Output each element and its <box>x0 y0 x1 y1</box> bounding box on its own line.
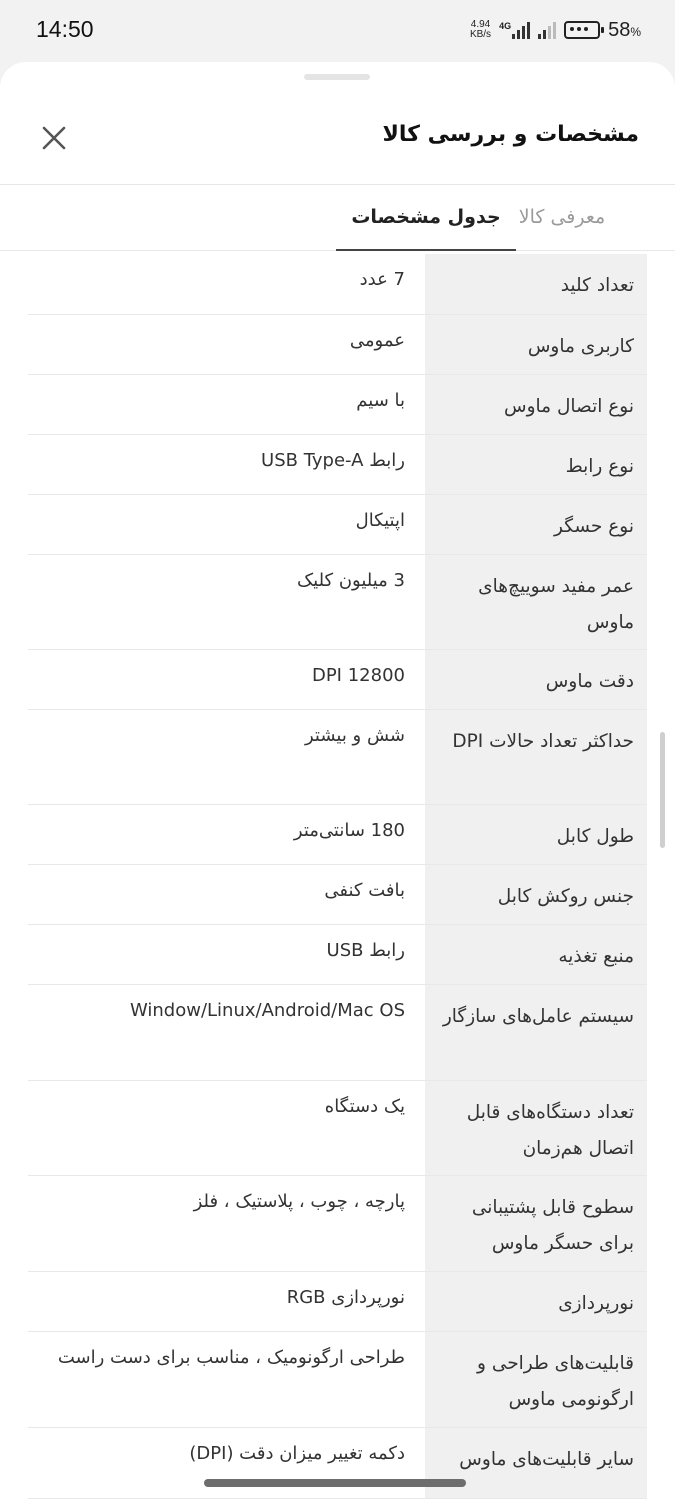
spec-value: نورپردازی RGB <box>28 1272 425 1331</box>
spec-value: دکمه تغییر میزان دقت (DPI) <box>28 1428 425 1498</box>
network-type-label: 4G <box>499 21 512 31</box>
bottom-sheet: مشخصات و بررسی کالا معرفی کالا جدول مشخص… <box>0 62 675 1500</box>
spec-table: تعداد کلید 7 عدد کاربری ماوس عمومی نوع اتصال… <box>28 254 647 1499</box>
spec-label: نوع حسگر <box>425 495 647 554</box>
spec-value: Window/Linux/Android/Mac OS <box>28 985 425 1080</box>
spec-row: طول کابل 180 سانتی‌متر <box>28 805 647 865</box>
spec-row: قابلیت‌های طراحی و ارگونومی ماوس طراحی ار… <box>28 1332 647 1428</box>
spec-label: عمر مفید سوییچ‌های ماوس <box>425 555 647 649</box>
spec-row: سایر قابلیت‌های ماوس دکمه تغییر میزان دقت… <box>28 1428 647 1499</box>
battery-percent: 58% <box>608 18 641 41</box>
spec-value: طراحی ارگونومیک ، مناسب برای دست راست <box>28 1332 425 1427</box>
close-button[interactable] <box>38 122 70 154</box>
spec-row: دقت ماوس 12800 DPI <box>28 650 647 710</box>
spec-label: نوع اتصال ماوس <box>425 375 647 434</box>
status-indicators: 4.94 KB/s 4G 58% <box>470 14 641 46</box>
spec-value: عمومی <box>28 315 425 374</box>
spec-label: سیستم عامل‌های سازگار <box>425 985 647 1080</box>
drag-handle[interactable] <box>304 74 370 80</box>
spec-label: تعداد دستگاه‌های قابل اتصال هم‌زمان <box>425 1081 647 1175</box>
close-icon <box>42 126 66 150</box>
network-speed-unit: KB/s <box>469 29 492 40</box>
spec-row: منبع تغذیه رابط USB <box>28 925 647 985</box>
spec-label: جنس روکش کابل <box>425 865 647 924</box>
spec-row: تعداد دستگاه‌های قابل اتصال هم‌زمان یک دس… <box>28 1081 647 1176</box>
spec-row: سیستم عامل‌های سازگار Window/Linux/Androi… <box>28 985 647 1081</box>
tab-specs[interactable]: جدول مشخصات <box>336 184 516 251</box>
scrollbar-thumb[interactable] <box>660 732 665 848</box>
spec-value: شش و بیشتر <box>28 710 425 804</box>
spec-label: طول کابل <box>425 805 647 864</box>
spec-row: نوع رابط رابط USB Type-A <box>28 435 647 495</box>
spec-row: کاربری ماوس عمومی <box>28 315 647 375</box>
status-time: 14:50 <box>36 16 94 42</box>
spec-row: نورپردازی نورپردازی RGB <box>28 1272 647 1332</box>
spec-value: 7 عدد <box>28 254 425 314</box>
spec-row: حداکثر تعداد حالات DPI شش و بیشتر <box>28 710 647 805</box>
spec-row: نوع حسگر اپتیکال <box>28 495 647 555</box>
sheet-header: مشخصات و بررسی کالا <box>0 88 675 185</box>
spec-label: سطوح قابل پشتیبانی برای حسگر ماوس <box>425 1176 647 1271</box>
spec-row: سطوح قابل پشتیبانی برای حسگر ماوس پارچه ،… <box>28 1176 647 1272</box>
spec-value: رابط USB Type-A <box>28 435 425 494</box>
spec-label: منبع تغذیه <box>425 925 647 984</box>
spec-label: تعداد کلید <box>425 254 647 314</box>
home-indicator[interactable] <box>204 1479 466 1487</box>
sheet-title: مشخصات و بررسی کالا <box>382 122 639 147</box>
spec-row: تعداد کلید 7 عدد <box>28 254 647 315</box>
spec-value: 3 میلیون کلیک <box>28 555 425 649</box>
spec-value: با سیم <box>28 375 425 434</box>
spec-label: نورپردازی <box>425 1272 647 1331</box>
spec-row: عمر مفید سوییچ‌های ماوس 3 میلیون کلیک <box>28 555 647 650</box>
spec-row: جنس روکش کابل بافت کنفی <box>28 865 647 925</box>
spec-value: پارچه ، چوب ، پلاستیک ، فلز <box>28 1176 425 1271</box>
spec-value: 180 سانتی‌متر <box>28 805 425 864</box>
tab-intro[interactable]: معرفی کالا <box>497 184 627 250</box>
spec-label: کاربری ماوس <box>425 315 647 374</box>
spec-label: قابلیت‌های طراحی و ارگونومی ماوس <box>425 1332 647 1427</box>
battery-icon <box>564 21 605 39</box>
spec-value: 12800 DPI <box>28 650 425 709</box>
spec-value: یک دستگاه <box>28 1081 425 1175</box>
spec-label: حداکثر تعداد حالات DPI <box>425 710 647 804</box>
status-bar: 14:50 4.94 KB/s 4G 58% <box>0 0 675 62</box>
spec-value: رابط USB <box>28 925 425 984</box>
spec-label: دقت ماوس <box>425 650 647 709</box>
signal-icon-sim2 <box>538 21 557 39</box>
spec-value: بافت کنفی <box>28 865 425 924</box>
network-speed: 4.94 KB/s <box>470 20 491 40</box>
spec-label: نوع رابط <box>425 435 647 494</box>
signal-icon-sim1: 4G <box>499 21 531 39</box>
spec-label: سایر قابلیت‌های ماوس <box>425 1428 647 1498</box>
tab-bar: معرفی کالا جدول مشخصات <box>0 184 675 251</box>
spec-value: اپتیکال <box>28 495 425 554</box>
spec-row: نوع اتصال ماوس با سیم <box>28 375 647 435</box>
